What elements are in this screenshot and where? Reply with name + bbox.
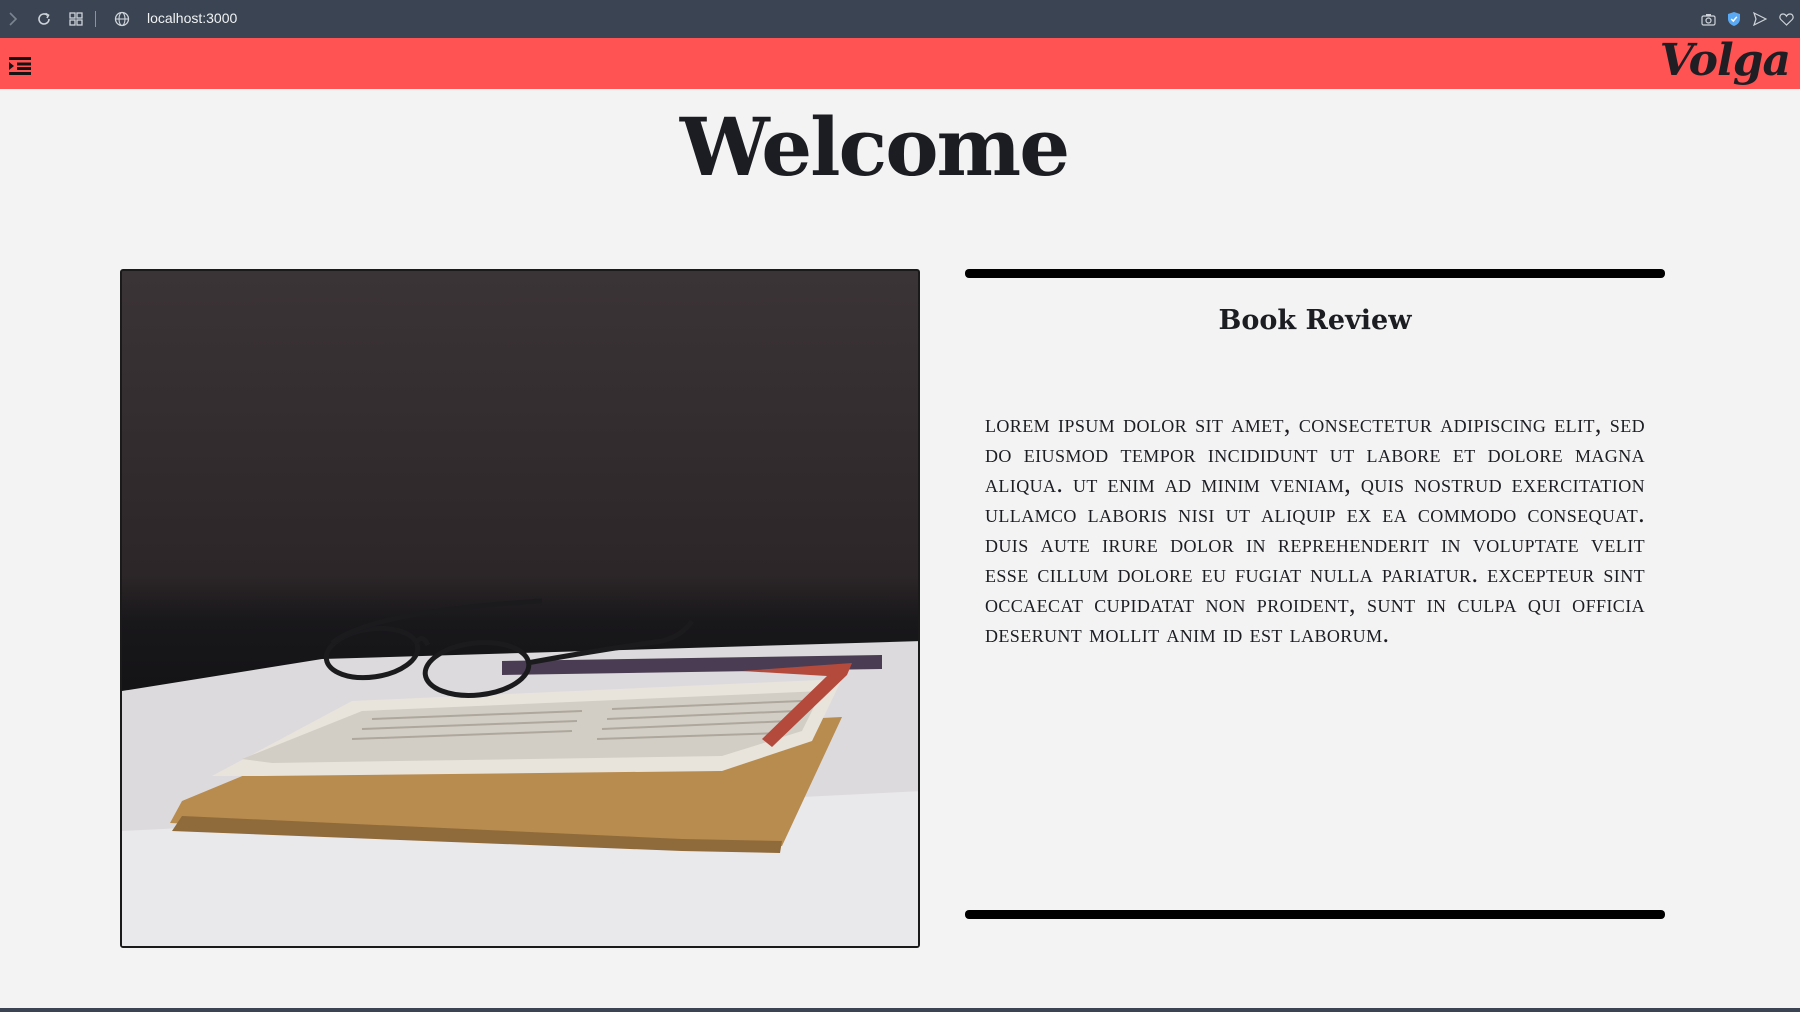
review-top-divider: [965, 269, 1665, 278]
browser-toolbar: localhost:3000: [0, 0, 1800, 38]
book-review-panel: Book Review Lorem ipsum dolor sit amet, …: [965, 269, 1665, 919]
heart-icon[interactable]: [1778, 9, 1794, 29]
page-bottom-border: [0, 1008, 1800, 1012]
app-header: Volga: [0, 35, 1800, 89]
review-title: Book Review: [1218, 305, 1412, 336]
page-title: Welcome: [679, 100, 1070, 194]
menu-indent-icon[interactable]: [8, 56, 32, 78]
forward-icon[interactable]: [4, 9, 22, 29]
send-icon[interactable]: [1752, 9, 1768, 29]
camera-icon[interactable]: [1700, 9, 1716, 29]
toolbar-divider: [95, 11, 96, 27]
review-body: Lorem ipsum dolor sit amet, consectetur …: [985, 409, 1645, 648]
address-bar[interactable]: localhost:3000: [147, 10, 237, 26]
tabs-grid-icon[interactable]: [66, 9, 86, 29]
reload-icon[interactable]: [34, 9, 54, 29]
brand-logo[interactable]: Volga: [1660, 35, 1791, 86]
book-with-glasses-photo: [122, 598, 918, 946]
review-bottom-divider: [965, 910, 1665, 919]
book-photo: [120, 269, 920, 948]
toolbar-right-icons: [1700, 9, 1794, 29]
shield-icon[interactable]: [1726, 9, 1742, 29]
globe-icon: [112, 9, 132, 29]
